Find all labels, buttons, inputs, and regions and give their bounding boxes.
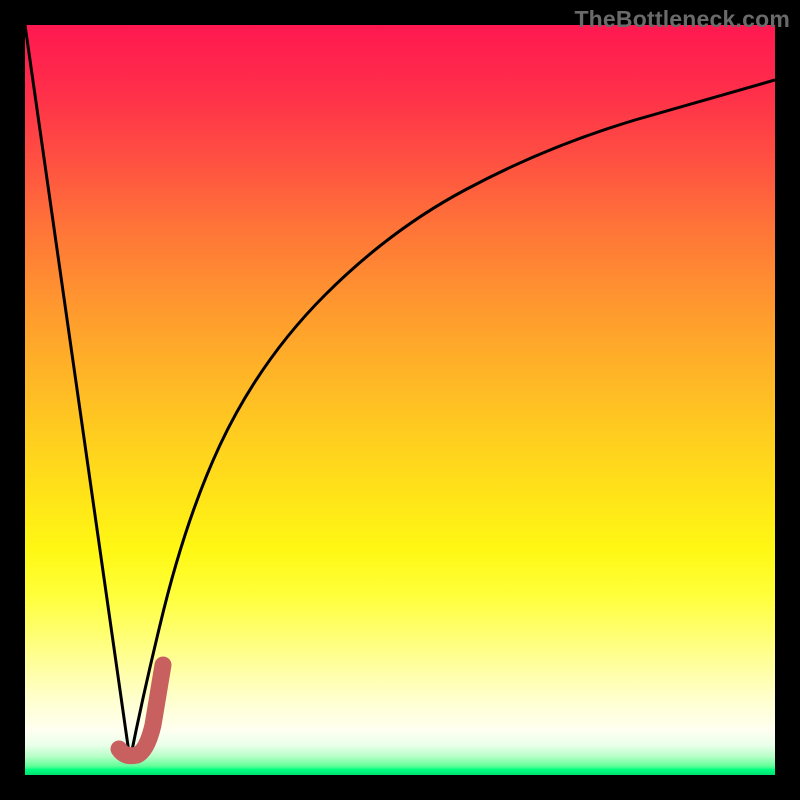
left-line-curve <box>25 25 130 760</box>
plot-area <box>25 25 775 775</box>
curves-layer <box>25 25 775 775</box>
watermark-text: TheBottleneck.com <box>574 6 790 33</box>
chart-frame: TheBottleneck.com <box>0 0 800 800</box>
right-saturating-curve <box>130 80 775 760</box>
